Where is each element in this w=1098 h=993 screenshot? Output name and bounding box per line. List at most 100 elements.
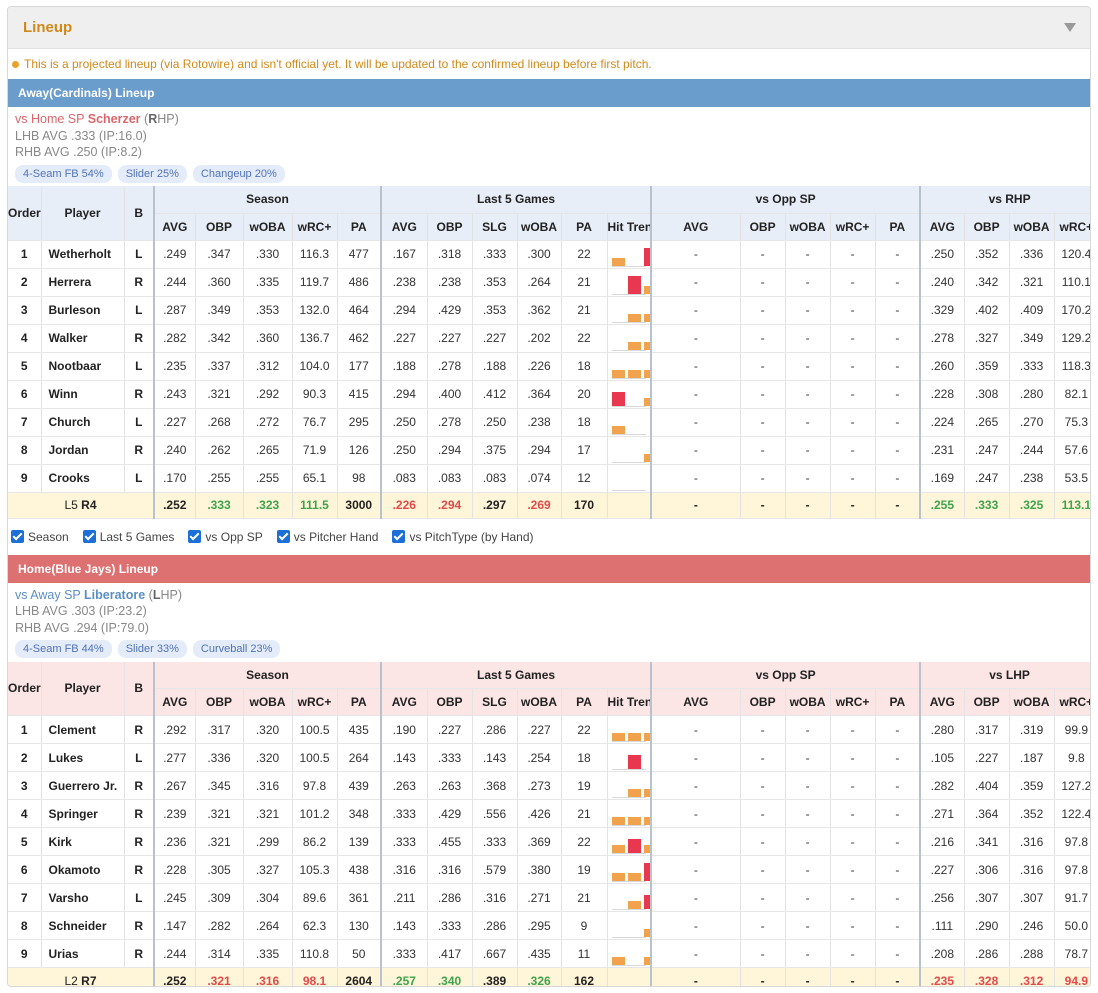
player-name[interactable]: Crooks: [40, 464, 124, 493]
player-row[interactable]: 5 Kirk R .236.321.299 86.2 139.333.455.333.36…: [8, 827, 1090, 856]
filter-vs-pitcher-hand[interactable]: vs Pitcher Hand: [276, 530, 378, 544]
filter-vs-pitchtype[interactable]: vs PitchType (by Hand): [392, 530, 534, 544]
column-header[interactable]: PA: [874, 213, 921, 241]
column-header[interactable]: Hit Trend: [606, 688, 652, 716]
column-header[interactable]: AVG: [380, 213, 427, 241]
checkbox-icon[interactable]: [188, 530, 202, 543]
player-name[interactable]: Church: [40, 408, 124, 437]
column-header[interactable]: PA: [874, 688, 921, 716]
column-header[interactable]: wOBA: [1008, 213, 1055, 241]
column-header[interactable]: Hit Trend: [606, 213, 652, 241]
checkbox-icon[interactable]: [276, 530, 290, 543]
column-header[interactable]: SLG: [471, 213, 517, 241]
player-name[interactable]: Wetherholt: [40, 240, 124, 269]
player-name[interactable]: Clement: [40, 715, 124, 744]
column-header[interactable]: wRC+: [291, 688, 337, 716]
player-row[interactable]: 7 Church L .227.268.272 76.7 295.250.278.250.…: [8, 408, 1090, 437]
checkbox-icon[interactable]: [392, 530, 406, 543]
hit-trend-chart: [608, 772, 652, 799]
player-row[interactable]: 4 Walker R .282.342.360 136.7 462.227.227.227…: [8, 324, 1090, 353]
player-row[interactable]: 6 Winn R .243.321.292 90.3 415.294.400.412.36…: [8, 380, 1090, 409]
player-row[interactable]: 3 Burleson L .287.349.353 132.0 464.294.429.3…: [8, 296, 1090, 325]
pitch-pill[interactable]: Slider 25%: [117, 164, 187, 183]
column-header[interactable]: OBP: [739, 213, 786, 241]
filter-last5[interactable]: Last 5 Games: [82, 530, 174, 544]
column-header[interactable]: AVG: [380, 688, 427, 716]
column-header[interactable]: OBP: [739, 688, 786, 716]
player-row[interactable]: 4 Springer R .239.321.321 101.2 348.333.429.5…: [8, 799, 1090, 828]
player-name[interactable]: Burleson: [40, 296, 124, 325]
player-row[interactable]: 1 Wetherholt L .249.347.330 116.3 477.167.318…: [8, 240, 1090, 269]
player-row[interactable]: 8 Schneider R .147.282.264 62.3 130.143.333.2…: [8, 911, 1090, 940]
collapse-triangle-icon[interactable]: [1064, 23, 1076, 32]
vs-opp-sp-stat: -: [829, 939, 876, 968]
season-stat: 177: [336, 352, 381, 381]
player-name[interactable]: Jordan: [40, 436, 124, 465]
player-row[interactable]: 2 Lukes L .277.336.320 100.5 264.143.333.143.…: [8, 743, 1090, 772]
column-header[interactable]: PA: [336, 688, 381, 716]
column-header[interactable]: wOBA: [784, 213, 831, 241]
player-row[interactable]: 9 Urias R .244.314.335 110.8 50.333.417.667.4…: [8, 939, 1090, 968]
player-row[interactable]: 2 Herrera R .244.360.335 119.7 486.238.238.35…: [8, 268, 1090, 297]
column-header[interactable]: OBP: [963, 688, 1010, 716]
player-name[interactable]: Varsho: [40, 883, 124, 912]
column-header[interactable]: AVG: [153, 213, 195, 241]
filter-season[interactable]: Season: [11, 530, 69, 544]
filter-vs-opp-sp[interactable]: vs Opp SP: [188, 530, 263, 544]
column-header[interactable]: wOBA: [516, 213, 561, 241]
player-name[interactable]: Schneider: [40, 911, 124, 940]
player-name[interactable]: Okamoto: [40, 855, 124, 884]
column-header[interactable]: wRC+: [829, 688, 876, 716]
column-header[interactable]: wOBA: [242, 688, 292, 716]
pitch-pill[interactable]: Changeup 20%: [192, 164, 285, 183]
column-header[interactable]: wRC+: [1053, 688, 1090, 716]
player-row[interactable]: 1 Clement R .292.317.320 100.5 435.190.227.28…: [8, 715, 1090, 744]
player-name[interactable]: Kirk: [40, 827, 124, 856]
column-header[interactable]: wRC+: [1053, 213, 1090, 241]
column-header[interactable]: PA: [560, 213, 607, 241]
player-name[interactable]: Herrera: [40, 268, 124, 297]
player-name[interactable]: Guerrero Jr.: [40, 771, 124, 800]
column-header[interactable]: AVG: [153, 688, 195, 716]
player-row[interactable]: 8 Jordan R .240.262.265 71.9 126.250.294.375.…: [8, 436, 1090, 465]
column-header[interactable]: OBP: [194, 213, 243, 241]
player-row[interactable]: 6 Okamoto R .228.305.327 105.3 438.316.316.57…: [8, 855, 1090, 884]
column-header[interactable]: OBP: [426, 213, 472, 241]
player-row[interactable]: 5 Nootbaar L .235.337.312 104.0 177.188.278.1…: [8, 352, 1090, 381]
home-sp-name[interactable]: Liberatore: [84, 588, 145, 602]
column-header[interactable]: wRC+: [829, 213, 876, 241]
column-header[interactable]: wRC+: [291, 213, 337, 241]
player-name[interactable]: Walker: [40, 324, 124, 353]
column-header[interactable]: wOBA: [516, 688, 561, 716]
column-header[interactable]: OBP: [194, 688, 243, 716]
column-header[interactable]: AVG: [919, 688, 965, 716]
pitch-pill[interactable]: Curveball 23%: [192, 640, 281, 658]
column-header[interactable]: wOBA: [1008, 688, 1055, 716]
last5-stat: .083: [471, 464, 517, 493]
player-row[interactable]: 3 Guerrero Jr. R .267.345.316 97.8 439.263.26…: [8, 771, 1090, 800]
checkbox-icon[interactable]: [82, 530, 96, 543]
checkbox-icon[interactable]: [11, 530, 24, 543]
pitch-pill[interactable]: 4-Seam FB 44%: [15, 640, 112, 658]
column-header[interactable]: SLG: [471, 688, 517, 716]
pitch-pill[interactable]: Slider 33%: [117, 640, 187, 658]
column-header[interactable]: AVG: [919, 213, 965, 241]
column-header[interactable]: AVG: [650, 688, 741, 716]
card-header[interactable]: Lineup: [8, 7, 1090, 49]
column-header[interactable]: AVG: [650, 213, 741, 241]
column-header[interactable]: wOBA: [242, 213, 292, 241]
player-name[interactable]: Springer: [40, 799, 124, 828]
player-name[interactable]: Nootbaar: [40, 352, 124, 381]
player-name[interactable]: Winn: [40, 380, 124, 409]
player-name[interactable]: Urias: [40, 939, 124, 968]
column-header[interactable]: OBP: [963, 213, 1010, 241]
pitch-pill[interactable]: 4-Seam FB 54%: [15, 164, 112, 183]
player-name[interactable]: Lukes: [40, 743, 124, 772]
away-sp-name[interactable]: Scherzer: [88, 112, 141, 126]
column-header[interactable]: wOBA: [784, 688, 831, 716]
player-row[interactable]: 9 Crooks L .170.255.255 65.1 98.083.083.083.0…: [8, 464, 1090, 493]
player-row[interactable]: 7 Varsho L .245.309.304 89.6 361.211.286.316.…: [8, 883, 1090, 912]
column-header[interactable]: PA: [560, 688, 607, 716]
column-header[interactable]: PA: [336, 213, 381, 241]
column-header[interactable]: OBP: [426, 688, 472, 716]
